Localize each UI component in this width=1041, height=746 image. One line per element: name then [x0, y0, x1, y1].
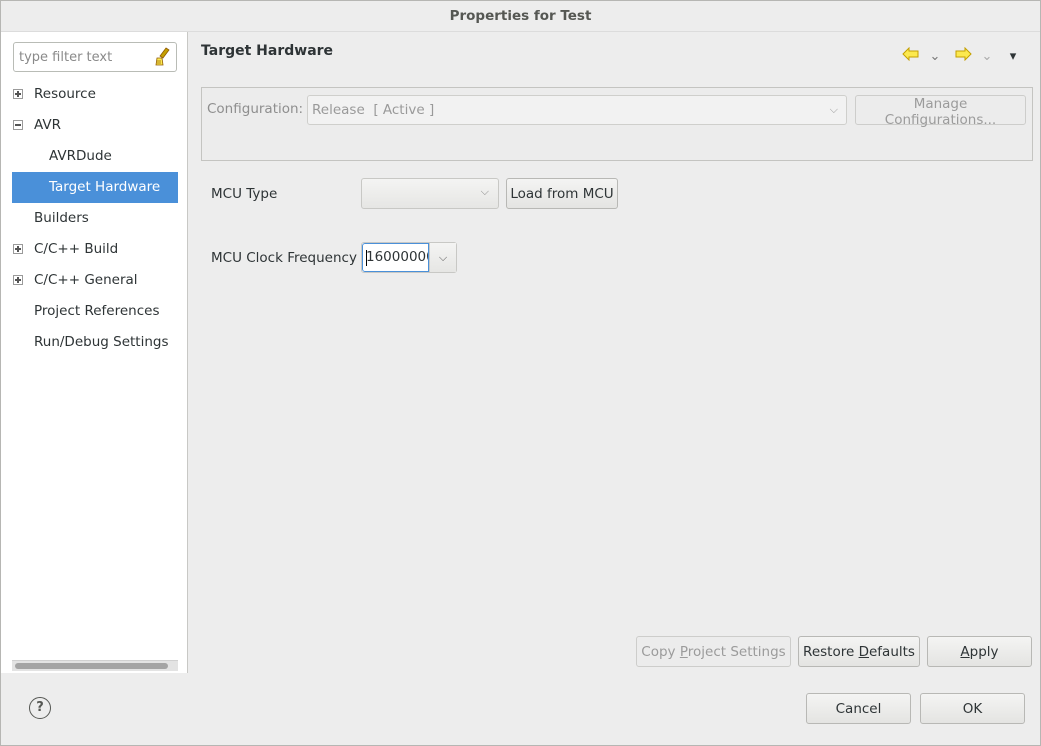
configuration-value: Release [ Active ]	[312, 102, 435, 118]
apply-suffix: pply	[969, 643, 999, 660]
sidebar-item-cpp-general[interactable]: C/C++ General	[1, 265, 188, 296]
restore-prefix: Restore	[803, 643, 859, 660]
sidebar-item-avr[interactable]: AVR	[1, 110, 188, 141]
load-from-mcu-button[interactable]: Load from MCU	[506, 178, 618, 209]
expand-icon[interactable]	[13, 89, 23, 99]
restore-defaults-button[interactable]: Restore Defaults	[798, 636, 920, 667]
sidebar-item-project-references[interactable]: Project References	[1, 296, 188, 327]
mcu-type-label: MCU Type	[211, 186, 278, 202]
configuration-label: Configuration:	[207, 101, 304, 117]
chevron-down-icon: ⌵	[829, 103, 838, 116]
horizontal-scrollbar[interactable]	[12, 660, 178, 671]
clock-frequency-input[interactable]: 16000000	[362, 243, 429, 272]
text-caret	[366, 250, 367, 266]
copy-prefix: Copy	[641, 643, 680, 660]
copy-mnemonic: P	[679, 643, 688, 660]
expand-icon[interactable]	[13, 275, 23, 285]
filter-box	[13, 42, 177, 72]
sidebar-item-label: Target Hardware	[49, 179, 161, 195]
sidebar-item-label: Run/Debug Settings	[34, 334, 169, 350]
sidebar-item-label: AVR	[34, 117, 61, 133]
view-menu-icon[interactable]: ▾	[1005, 47, 1021, 67]
scrollbar-thumb[interactable]	[15, 663, 168, 669]
chevron-down-icon: ⌄	[981, 49, 993, 64]
page-title: Target Hardware	[201, 43, 334, 59]
restore-suffix: efaults	[868, 643, 915, 660]
sidebar-item-resource[interactable]: Resource	[1, 79, 188, 110]
sidebar-item-avrdude[interactable]: AVRDude	[1, 141, 188, 172]
copy-project-settings-button: Copy Project Settings	[636, 636, 791, 667]
apply-button[interactable]: Apply	[927, 636, 1032, 667]
clock-frequency-combo: 16000000 ⌵	[361, 242, 457, 273]
apply-mnemonic: A	[960, 643, 970, 660]
sidebar-item-label: AVRDude	[49, 148, 112, 164]
properties-dialog: Properties for Test Resource AVR	[0, 0, 1041, 746]
chevron-down-icon[interactable]: ⌵	[429, 243, 456, 272]
help-icon[interactable]: ?	[29, 697, 51, 719]
sidebar-item-label: Project References	[34, 303, 160, 319]
sidebar-item-label: Builders	[34, 210, 89, 226]
collapse-icon[interactable]	[13, 120, 23, 130]
mcu-type-select[interactable]: ⌵	[361, 178, 499, 209]
ok-button[interactable]: OK	[920, 693, 1025, 724]
back-arrow-icon[interactable]	[901, 46, 921, 67]
manage-configurations-button: Manage Configurations...	[855, 95, 1026, 128]
clear-filter-icon[interactable]	[154, 47, 172, 67]
sidebar-item-target-hardware[interactable]: Target Hardware	[12, 172, 178, 203]
expand-icon[interactable]	[13, 244, 23, 254]
sidebar: Resource AVR AVRDude Target Hardware Bui…	[1, 32, 188, 673]
sidebar-item-label: C/C++ General	[34, 272, 138, 288]
window-title: Properties for Test	[1, 1, 1040, 32]
clock-frequency-label: MCU Clock Frequency	[211, 250, 357, 266]
navigation-toolbar: ⌄ ⌄ ▾	[899, 46, 1029, 67]
sidebar-item-label: C/C++ Build	[34, 241, 119, 257]
sidebar-item-cpp-build[interactable]: C/C++ Build	[1, 234, 188, 265]
sidebar-item-label: Resource	[34, 86, 96, 102]
sidebar-item-builders[interactable]: Builders	[1, 203, 188, 234]
configuration-select: Release [ Active ] ⌵	[307, 95, 847, 125]
clock-frequency-value: 16000000	[366, 249, 429, 265]
copy-suffix: roject Settings	[687, 643, 786, 660]
cancel-button[interactable]: Cancel	[806, 693, 911, 724]
chevron-down-icon: ⌵	[480, 185, 489, 198]
sidebar-item-run-debug-settings[interactable]: Run/Debug Settings	[1, 327, 188, 358]
restore-mnemonic: D	[858, 643, 869, 660]
property-tree: Resource AVR AVRDude Target Hardware Bui…	[1, 79, 188, 358]
forward-arrow-icon[interactable]	[953, 46, 973, 67]
filter-input[interactable]	[17, 46, 153, 68]
chevron-down-icon[interactable]: ⌄	[927, 47, 943, 67]
